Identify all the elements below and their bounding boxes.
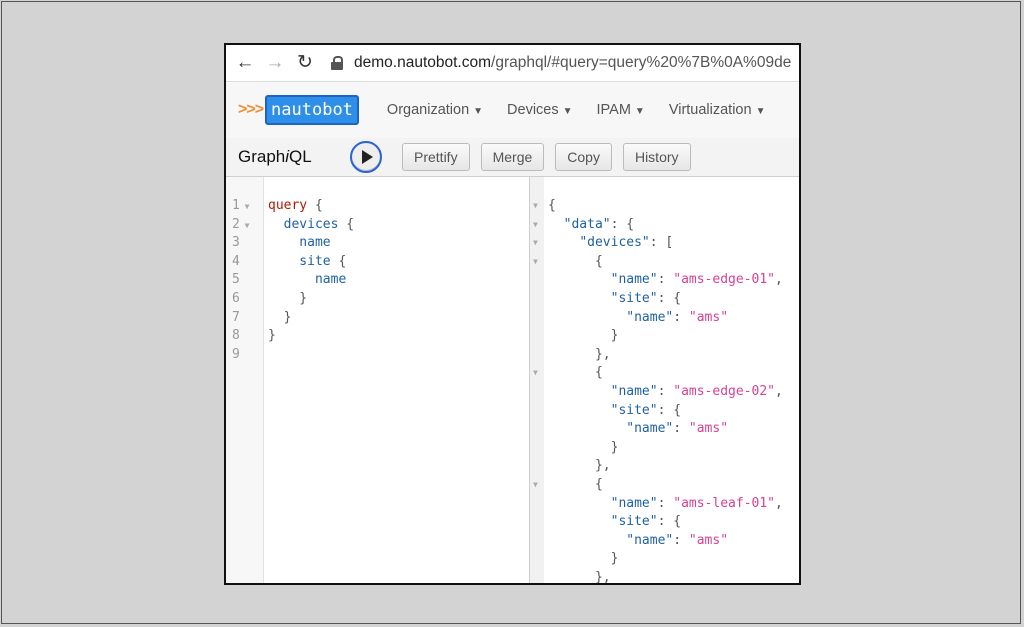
fold-arrow-icon[interactable]: ▼ xyxy=(533,197,538,216)
query-editor[interactable]: 1 ▼ 2 ▼ 3 4 5 6 7 8 9 query { devices { name site… xyxy=(226,177,530,583)
query-line: } xyxy=(268,291,308,306)
caret-down-icon: ▼ xyxy=(562,106,573,117)
fold-arrow-icon[interactable]: ▼ xyxy=(533,253,538,272)
caret-down-icon: ▼ xyxy=(473,106,484,117)
fold-arrow-icon[interactable]: ▼ xyxy=(533,234,538,253)
nautobot-logo[interactable]: nautobot xyxy=(265,95,359,125)
reload-icon[interactable]: ↻ xyxy=(290,45,320,81)
result-line: } xyxy=(548,328,619,344)
result-line: "site": { xyxy=(610,402,682,418)
menu-label: Devices xyxy=(507,102,559,118)
line-number: 6 xyxy=(232,291,240,306)
result-line: "name": "ams-edge-02", xyxy=(610,384,783,399)
menu-label: IPAM xyxy=(596,102,631,118)
result-line: "name": "ams-edge-01", xyxy=(610,272,783,288)
result-line: { xyxy=(548,477,603,492)
menu-devices[interactable]: Devices ▼ xyxy=(507,102,572,118)
history-button[interactable]: History xyxy=(622,143,691,171)
fold-arrow-icon[interactable]: ▼ xyxy=(533,476,538,495)
menu-label: Organization xyxy=(386,102,470,118)
result-line: { xyxy=(548,253,603,269)
forward-icon[interactable]: → xyxy=(260,45,290,81)
caret-down-icon: ▼ xyxy=(634,106,645,117)
app-navbar: >>> nautobot Organization ▼ Devices ▼ IPAM… xyxy=(226,82,799,138)
query-line: devices { xyxy=(268,216,355,232)
result-viewer: ▼ { ▼ "data": { ▼ "devices": [ ▼ { "name": "… xyxy=(530,177,799,585)
browser-window: ← → ↻ demo.nautobot.com/graphql/#query=q… xyxy=(224,43,801,585)
query-line: site { xyxy=(268,253,347,269)
fold-arrow-icon[interactable]: ▼ xyxy=(533,216,538,235)
url-path: /graphql/#query=query%20%7B%0A%09de xyxy=(491,54,792,71)
menu-virtualization[interactable]: Virtualization ▼ xyxy=(669,102,766,118)
main-menu: Organization ▼ Devices ▼ IPAM ▼ Virtualizat… xyxy=(387,102,790,118)
menu-organization[interactable]: Organization ▼ xyxy=(387,102,483,118)
result-line: "site": { xyxy=(610,291,682,306)
query-line: query { xyxy=(268,198,323,213)
fold-arrow-icon: ▼ xyxy=(239,220,250,230)
logo-chevrons: >>> xyxy=(238,101,264,118)
line-number: 7 xyxy=(232,309,240,325)
graphiql-title: GraphiQL xyxy=(238,147,312,166)
merge-button[interactable]: Merge xyxy=(480,143,545,171)
line-number: 4 xyxy=(232,253,240,269)
result-line: } xyxy=(548,439,619,455)
menu-label: Virtualization xyxy=(668,102,752,118)
address-bar: ← → ↻ demo.nautobot.com/graphql/#query=q… xyxy=(226,45,799,82)
line-number: 2 ▼ xyxy=(232,216,250,232)
result-line: { xyxy=(548,198,556,213)
result-line: "site": { xyxy=(610,514,682,530)
caret-down-icon: ▼ xyxy=(755,106,766,117)
line-number: 5 xyxy=(232,272,240,288)
result-line: } xyxy=(548,551,619,567)
fold-arrow-icon[interactable]: ▼ xyxy=(533,364,538,383)
result-line: "name": "ams-leaf-01", xyxy=(610,495,783,511)
line-number: 1 ▼ xyxy=(232,198,250,213)
line-number: 9 xyxy=(232,346,240,362)
lock-icon[interactable] xyxy=(330,56,344,70)
query-line: name xyxy=(268,235,331,251)
result-line: }, xyxy=(548,570,611,585)
query-line: name xyxy=(268,272,347,288)
result-line: { xyxy=(548,365,603,381)
play-icon xyxy=(362,150,373,164)
query-line: } xyxy=(268,309,292,325)
copy-button[interactable]: Copy xyxy=(555,143,612,171)
query-line: } xyxy=(268,328,276,344)
back-icon[interactable]: ← xyxy=(230,45,260,81)
result-line: }, xyxy=(548,458,611,474)
result-line: "devices": [ xyxy=(579,235,674,251)
result-line: }, xyxy=(548,346,611,362)
graphiql-toolbar: GraphiQL Prettify Merge Copy History xyxy=(226,138,799,177)
prettify-button[interactable]: Prettify xyxy=(402,143,470,171)
execute-query-button[interactable] xyxy=(350,141,382,173)
fold-arrow-icon: ▼ xyxy=(239,202,250,211)
result-line: "data": { xyxy=(563,216,635,232)
result-line: "name": "ams" xyxy=(626,309,729,325)
line-number: 8 xyxy=(232,328,240,344)
result-line: "name": "ams" xyxy=(626,532,729,548)
line-number: 3 xyxy=(232,235,240,251)
menu-ipam[interactable]: IPAM ▼ xyxy=(597,102,645,118)
url-field[interactable]: demo.nautobot.com/graphql/#query=query%2… xyxy=(354,54,791,72)
url-host: demo.nautobot.com xyxy=(354,54,492,71)
result-line: "name": "ams" xyxy=(626,421,729,437)
